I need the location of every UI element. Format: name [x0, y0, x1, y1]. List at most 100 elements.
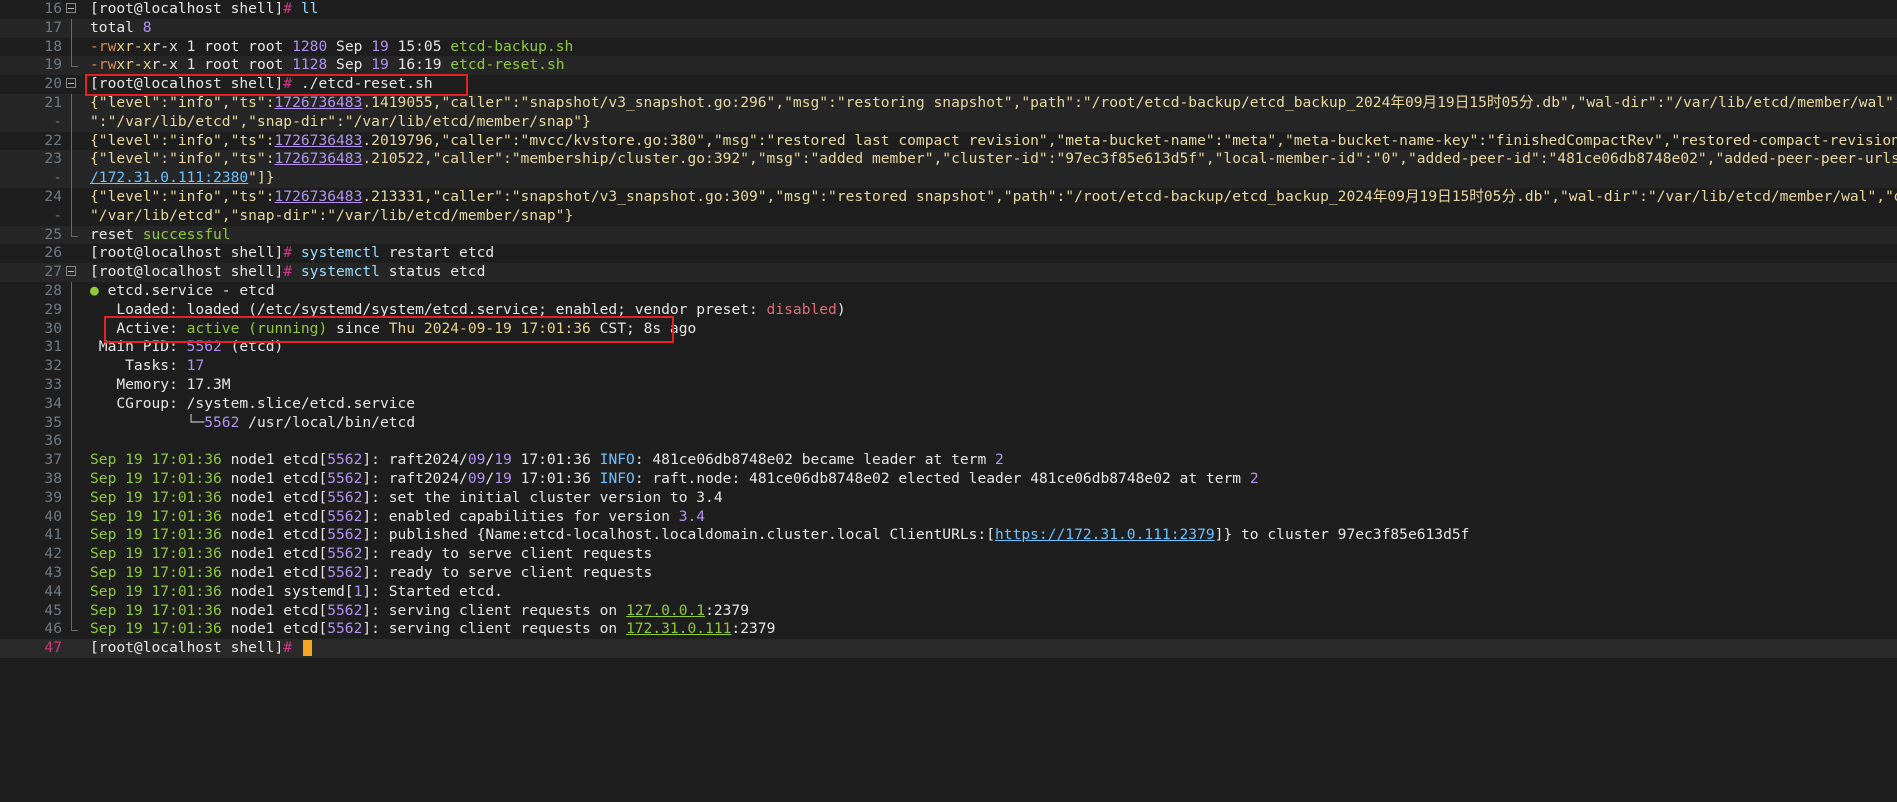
terminal-line: 17 total 8: [0, 18, 1897, 38]
text-segment: Active:: [90, 319, 187, 337]
line-content: {"level":"info","ts":1726736483.210522,"…: [90, 150, 1897, 169]
text-segment: .210522,"caller":"membership/cluster.go:…: [362, 150, 1897, 168]
text-segment: node1 etcd[: [221, 563, 328, 581]
text-segment: └─: [90, 413, 205, 431]
text-segment: etcd-reset.sh: [450, 56, 565, 74]
text-segment: status etcd: [379, 263, 486, 281]
terminal-line: - ":"/var/lib/etcd","snap-dir":"/var/lib/…: [0, 112, 1897, 132]
text-segment: Memory: 17.3M: [90, 375, 231, 393]
terminal-line: 29 Loaded: loaded (/etc/systemd/system/e…: [0, 300, 1897, 320]
line-number: 19: [44, 56, 62, 74]
text-segment: [root@localhost shell]: [90, 639, 284, 657]
line-number: 41: [44, 526, 62, 544]
line-content: -rwxr-xr-x 1 root root 1128 Sep 19 16:19…: [90, 56, 1897, 75]
line-number: 32: [44, 357, 62, 375]
text-segment: node1 etcd[: [221, 545, 328, 563]
text-segment: node1 etcd[: [221, 526, 328, 544]
text-segment: 09: [467, 451, 486, 469]
text-segment: r-x: [151, 56, 187, 74]
text-segment: 15:05: [388, 37, 451, 55]
text-segment: 172.31.0.111: [625, 620, 732, 638]
text-segment: ]: Started etcd.: [362, 582, 503, 600]
line-content: -rwxr-xr-x 1 root root 1280 Sep 19 15:05…: [90, 38, 1897, 57]
line-number: 28: [44, 281, 62, 299]
terminal-line: 27 [root@localhost shell]# systemctl stat…: [0, 263, 1897, 282]
fold-guide: [71, 112, 72, 132]
line-content: "/var/lib/etcd","snap-dir":"/var/lib/etc…: [90, 207, 1897, 226]
text-segment: ]: ready to serve client requests: [362, 545, 653, 563]
url-link[interactable]: /172.31.0.111:2380: [90, 169, 248, 186]
fold-end-guide: [71, 56, 78, 68]
terminal-line: 25 reset successful: [0, 225, 1897, 245]
line-content: [root@localhost shell]# systemctl status…: [90, 263, 1897, 282]
text-segment: .213331,"caller":"snapshot/v3_snapshot.g…: [362, 187, 1897, 205]
text-segment: 5562: [186, 338, 222, 356]
text-segment: Sep 19 17:01:36: [90, 582, 222, 600]
text-segment: ●: [90, 281, 108, 299]
terminal-line: 46 Sep 19 17:01:36 node1 etcd[5562]: serv…: [0, 620, 1897, 639]
text-segment: ]: published {Name:etcd-localhost.locald…: [362, 526, 995, 544]
fold-guide: [71, 300, 72, 320]
text-segment: 5562: [327, 563, 363, 581]
text-segment: 2: [1249, 469, 1259, 487]
terminal-line: 34 CGroup: /system.slice/etcd.service: [0, 394, 1897, 414]
terminal-line: 31 Main PID: 5562 (etcd): [0, 338, 1897, 358]
text-segment: etcd.service - etcd: [107, 281, 275, 299]
text-segment: Sep 19 17:01:36: [90, 563, 222, 581]
terminal-line: 21 {"level":"info","ts":1726736483.141905…: [0, 93, 1897, 113]
line-content: {"level":"info","ts":1726736483.213331,"…: [90, 188, 1897, 207]
text-segment: {"level":"info","ts":: [90, 131, 275, 149]
fold-guide: [71, 206, 72, 226]
text-segment: 17:01:36: [511, 451, 600, 469]
text-segment: [root@localhost shell]: [90, 75, 284, 93]
line-content: Memory: 17.3M: [90, 376, 1897, 395]
line-content: [root@localhost shell]# ll: [90, 0, 1897, 19]
text-segment: #: [283, 0, 301, 17]
text-segment: 1 root root: [186, 56, 293, 74]
terminal-line: 47 [root@localhost shell]#: [0, 639, 1897, 658]
fold-guide: [71, 394, 72, 414]
line-content: Sep 19 17:01:36 node1 etcd[5562]: set th…: [90, 489, 1897, 508]
text-segment: /: [485, 451, 495, 469]
text-segment: reset: [90, 225, 143, 243]
text-segment: 17: [186, 357, 205, 375]
text-segment: Sep: [327, 37, 372, 55]
line-content: [root@localhost shell]# ./etcd-reset.sh: [90, 75, 1897, 94]
line-number: 40: [44, 507, 62, 525]
fold-toggle-icon[interactable]: [66, 3, 76, 13]
text-segment: ]} to cluster 97ec3f85e613d5f: [1214, 526, 1470, 544]
text-segment: -rw: [90, 56, 117, 74]
text-segment: xr-x: [116, 56, 152, 74]
terminal-line: 24 {"level":"info","ts":1726736483.213331…: [0, 187, 1897, 207]
url-link[interactable]: https://172.31.0.111:2379: [995, 526, 1215, 543]
text-segment: Sep 19 17:01:36: [90, 620, 222, 638]
line-content: Main PID: 5562 (etcd): [90, 338, 1897, 357]
fold-toggle-icon[interactable]: [66, 78, 76, 89]
text-segment: "]}: [248, 169, 275, 187]
line-content: ● etcd.service - etcd: [90, 282, 1897, 301]
text-segment: 5562: [327, 469, 363, 487]
fold-guide: [71, 582, 72, 602]
line-number: 43: [44, 563, 62, 581]
line-number: 36: [44, 432, 62, 450]
terminal-window[interactable]: 16 [root@localhost shell]# ll 17 total 8 18-…: [0, 0, 1897, 802]
text-segment: 1726736483: [274, 93, 363, 111]
text-segment: ll: [300, 0, 319, 17]
text-cursor[interactable]: [302, 640, 312, 657]
text-segment: 1 root root: [186, 37, 293, 55]
line-content: Sep 19 17:01:36 node1 etcd[5562]: publis…: [90, 526, 1897, 545]
line-content: Sep 19 17:01:36 node1 etcd[5562]: enable…: [90, 508, 1897, 527]
terminal-line: 23 {"level":"info","ts":1726736483.210522…: [0, 150, 1897, 170]
fold-guide: [71, 526, 72, 546]
text-segment: .2019796,"caller":"mvcc/kvstore.go:380",…: [362, 131, 1897, 149]
fold-toggle-icon[interactable]: [66, 266, 76, 277]
fold-guide: [71, 37, 72, 57]
line-number: 17: [44, 18, 62, 36]
terminal-line: 40 Sep 19 17:01:36 node1 etcd[5562]: enab…: [0, 507, 1897, 527]
terminal-line: 44 Sep 19 17:01:36 node1 systemd[1]: Star…: [0, 582, 1897, 602]
text-segment: ]: raft2024/: [362, 451, 468, 469]
text-segment: Thu 2024-09-19 17:01:36: [388, 319, 591, 337]
terminal-line: 43 Sep 19 17:01:36 node1 etcd[5562]: read…: [0, 563, 1897, 583]
text-segment: #: [283, 639, 301, 657]
text-segment: 5562: [327, 526, 363, 544]
